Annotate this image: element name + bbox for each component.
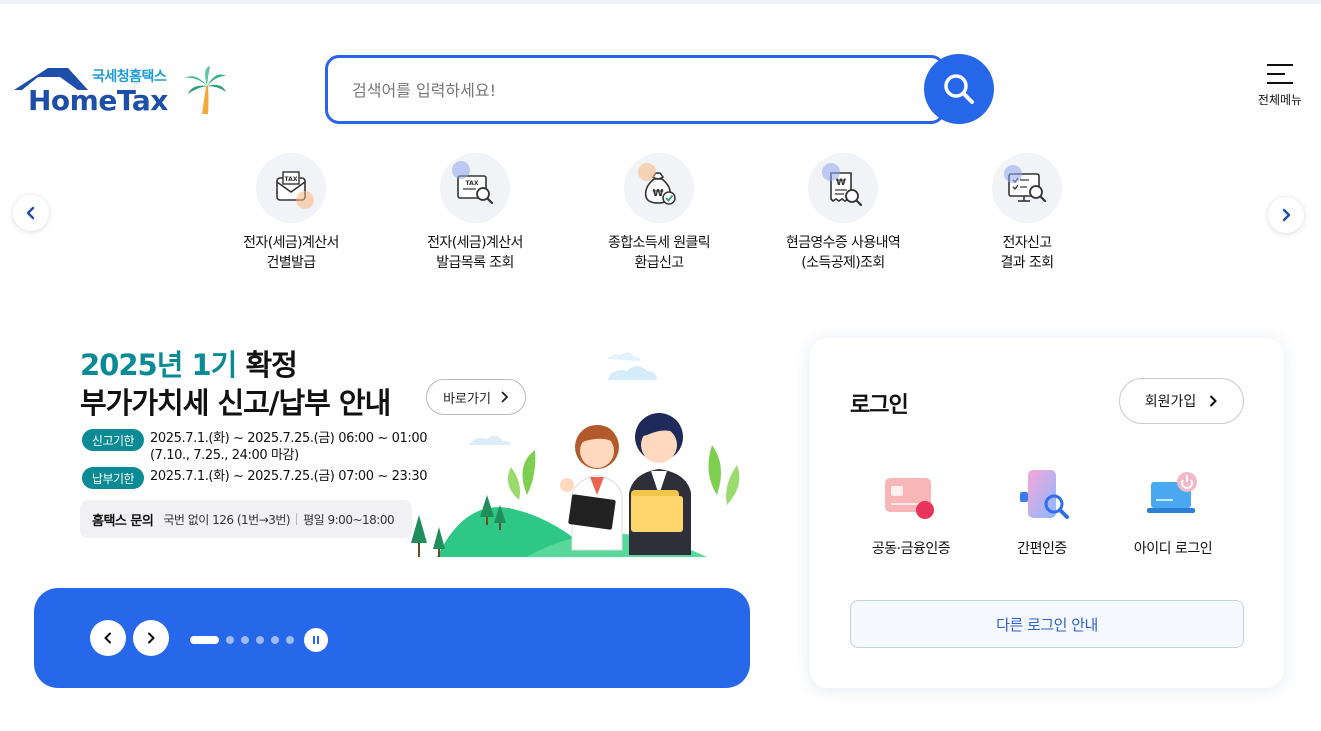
signup-label: 회원가입	[1144, 394, 1197, 410]
palm-tree-icon	[184, 66, 226, 114]
pagination-dot[interactable]	[271, 636, 279, 644]
id-login-label: 아이디 로그인	[1133, 541, 1213, 557]
all-menu-label: 전체메뉴	[1257, 93, 1303, 107]
chevron-left-icon	[26, 206, 35, 220]
money-bag-refund-icon: ₩	[624, 153, 694, 223]
banner-pagination	[190, 636, 294, 644]
chevron-right-icon	[1210, 395, 1218, 407]
chevron-right-icon	[1282, 208, 1291, 222]
monitor-checklist-icon	[992, 153, 1062, 223]
tax-invoice-envelope-icon: TAX	[256, 153, 326, 223]
report-period: 2025.7.1.(화) ~ 2025.7.25.(금) 06:00 ~ 01:…	[150, 431, 428, 446]
top-strip	[0, 0, 1321, 4]
all-menu-button[interactable]: 전체메뉴	[1249, 64, 1311, 108]
quick-menu-item-income-tax-refund[interactable]: ₩ 종합소득세 원클릭 환급신고	[567, 153, 751, 273]
banner-title-line1: 2025년 1기 확정	[80, 348, 298, 382]
svg-text:TAX: TAX	[285, 176, 298, 183]
pagination-dot[interactable]	[256, 636, 264, 644]
banner-prev-button[interactable]	[90, 620, 126, 656]
quick-menu-label: 현금영수증 사용내역 (소득공제)조회	[785, 235, 901, 271]
banner-title-line2: 부가가치세 신고/납부 안내	[80, 386, 391, 420]
search-icon	[944, 74, 974, 104]
svg-text:TAX: TAX	[466, 180, 479, 187]
payment-period: 2025.7.1.(화) ~ 2025.7.25.(금) 07:00 ~ 23:…	[150, 469, 428, 484]
simple-auth-login-button[interactable]: 간편인증	[977, 466, 1107, 558]
quick-menu-label: 전자(세금)계산서 건별발급	[243, 235, 339, 271]
certificate-login-button[interactable]: 공동·금융인증	[846, 466, 976, 558]
logo-korean-text: 국세청홈택스	[92, 69, 167, 85]
phone-search-icon	[1020, 470, 1069, 519]
certificate-login-label: 공동·금융인증	[871, 541, 951, 557]
report-deadline-tag: 신고기한	[82, 429, 144, 451]
pagination-dot[interactable]	[286, 636, 294, 644]
pause-icon	[313, 636, 315, 644]
other-login-guide-button[interactable]: 다른 로그인 안내	[850, 600, 1244, 648]
quick-menu-label: 종합소득세 원클릭 환급신고	[607, 235, 711, 271]
search-box	[325, 55, 945, 124]
laptop-power-icon	[1147, 472, 1197, 513]
chevron-right-icon	[148, 632, 155, 644]
quick-menu-item-invoice-list[interactable]: TAX 전자(세금)계산서 발급목록 조회	[383, 153, 567, 273]
inquiry-hours: 평일 9:00~18:00	[303, 512, 395, 527]
report-period-note: (7.10., 7.25., 24:00 마감)	[150, 448, 299, 463]
logo-english-text: HomeTax	[28, 84, 168, 117]
receipt-search-icon: ₩	[808, 153, 878, 223]
login-panel: 로그인 회원가입 공동·금융인증 간편인증 아이디 로그인 다른 로그인 안내	[810, 338, 1284, 688]
tax-invoice-search-icon: TAX	[440, 153, 510, 223]
pagination-dot[interactable]	[190, 636, 219, 644]
banner-pause-button[interactable]	[304, 628, 328, 652]
quick-menu-item-e-filing-result[interactable]: 전자신고 결과 조회	[935, 153, 1119, 273]
certificate-card-icon	[885, 478, 934, 519]
tax-officers-illustration	[411, 352, 740, 557]
simple-auth-login-label: 간편인증	[1017, 541, 1067, 557]
pagination-dot[interactable]	[226, 636, 234, 644]
svg-text:₩: ₩	[836, 178, 846, 188]
quick-menu-label: 전자신고 결과 조회	[1000, 235, 1055, 271]
chevron-left-icon	[104, 632, 111, 644]
id-login-button[interactable]: 아이디 로그인	[1108, 466, 1238, 558]
quick-menu-prev-button[interactable]	[13, 195, 49, 231]
hometax-logo[interactable]: 국세청홈택스 HomeTax	[12, 62, 232, 122]
signup-button[interactable]: 회원가입	[1119, 378, 1244, 424]
vat-notice-banner[interactable]: 2025년 1기 확정 부가가치세 신고/납부 안내 바로가기 신고기한 202…	[72, 330, 762, 570]
quick-menu-next-button[interactable]	[1268, 197, 1304, 233]
payment-deadline-tag: 납부기한	[82, 467, 144, 489]
inquiry-phone: 국번 없이 126 (1번→3번)	[163, 512, 291, 527]
banner-next-button[interactable]	[133, 620, 169, 656]
inquiry-info: 홈택스 문의 국번 없이 126 (1번→3번) 평일 9:00~18:00	[80, 500, 412, 538]
quick-menu-label: 전자(세금)계산서 발급목록 조회	[427, 235, 523, 271]
banner-control-bar	[34, 588, 750, 688]
quick-menu-item-cash-receipt[interactable]: ₩ 현금영수증 사용내역 (소득공제)조회	[751, 153, 935, 273]
search-button[interactable]	[924, 54, 994, 124]
inquiry-label: 홈택스 문의	[92, 513, 154, 529]
hamburger-icon	[1267, 64, 1293, 84]
svg-text:₩: ₩	[652, 188, 663, 199]
login-title: 로그인	[850, 393, 909, 418]
quick-menu-item-invoice-issue[interactable]: TAX 전자(세금)계산서 건별발급	[199, 153, 383, 273]
pagination-dot[interactable]	[241, 636, 249, 644]
search-input[interactable]	[352, 76, 912, 104]
